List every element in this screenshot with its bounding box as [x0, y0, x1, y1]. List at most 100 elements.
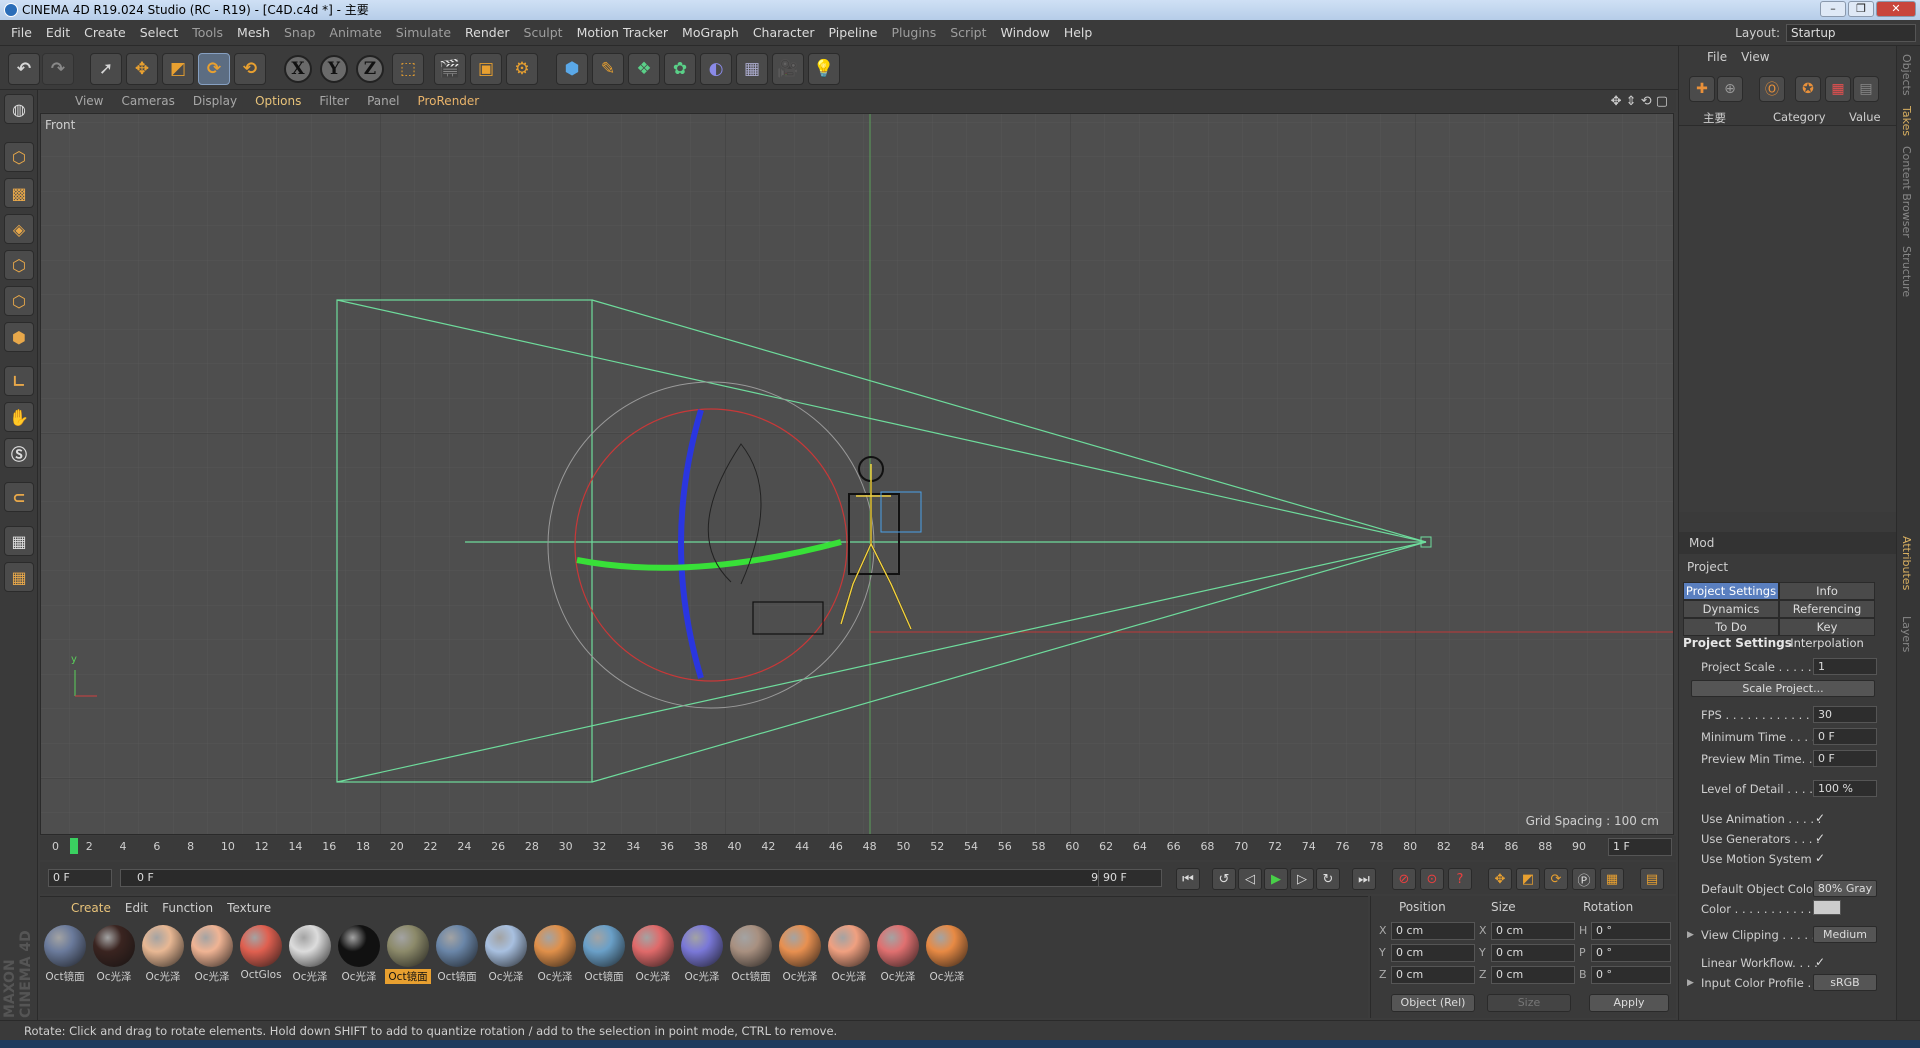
use-motion-system-checkbox[interactable]: ✓ — [1815, 851, 1825, 865]
tab-dynamics[interactable]: Dynamics — [1683, 600, 1779, 618]
timeline-end-field[interactable]: 1 F — [1608, 838, 1672, 856]
scale-icon[interactable]: ◩ — [162, 53, 194, 85]
rotation-h-field[interactable]: 0 ° — [1591, 922, 1671, 940]
attribute-mode-menu[interactable]: Mod — [1679, 532, 1897, 554]
cube-icon[interactable]: ⬢ — [556, 53, 588, 85]
key-pla-icon[interactable]: ▦ — [1600, 868, 1624, 890]
viewport-menu-prorender[interactable]: ProRender — [408, 94, 488, 108]
texture-mode-icon[interactable]: ▩ — [4, 178, 34, 208]
undo-icon[interactable]: ↶ — [8, 53, 40, 85]
project-scale-field[interactable]: 1 — [1813, 658, 1877, 675]
side-tab-objects[interactable]: Objects — [1900, 54, 1913, 96]
rotation-p-field[interactable]: 0 ° — [1591, 944, 1671, 962]
rotation-b-field[interactable]: 0 ° — [1591, 966, 1671, 984]
menu-edit[interactable]: Edit — [39, 20, 77, 46]
viewport-menu-display[interactable]: Display — [184, 94, 246, 108]
material-item[interactable]: Oc光泽 — [630, 925, 676, 984]
fps-field[interactable]: 30 — [1813, 706, 1877, 723]
maximize-button[interactable]: ❐ — [1848, 1, 1874, 17]
menu-tools[interactable]: Tools — [185, 20, 230, 46]
take-options-icon[interactable]: ▤ — [1853, 76, 1879, 102]
key-position-icon[interactable]: ✥ — [1488, 868, 1512, 890]
size-z-field[interactable]: 0 cm — [1491, 966, 1575, 984]
side-tab-structure[interactable]: Structure — [1900, 246, 1913, 297]
key-rotation-icon[interactable]: ⟳ — [1544, 868, 1568, 890]
preview-min-time-field[interactable]: 0 F — [1813, 750, 1877, 767]
material-menu-texture[interactable]: Texture — [220, 901, 278, 915]
timeline-layout-icon[interactable]: ▤ — [1640, 868, 1664, 890]
material-item[interactable]: Oc光泽 — [91, 925, 137, 984]
render-to-picture-viewer-icon[interactable]: ▣ — [470, 53, 502, 85]
menu-simulate[interactable]: Simulate — [389, 20, 458, 46]
close-button[interactable]: ✕ — [1876, 1, 1916, 17]
material-item[interactable]: Oc光泽 — [287, 925, 333, 984]
light-icon[interactable]: 💡 — [808, 53, 840, 85]
planar-workplane-icon[interactable]: ▦ — [4, 562, 34, 592]
side-tab-content-browser[interactable]: Content Browser — [1900, 146, 1913, 238]
material-item[interactable]: Oc光泽 — [483, 925, 529, 984]
material-item[interactable]: Oc光泽 — [189, 925, 235, 984]
make-editable-icon[interactable]: ◍ — [4, 94, 34, 124]
floor-icon[interactable]: ▦ — [736, 53, 768, 85]
material-item[interactable]: Oc光泽 — [140, 925, 186, 984]
take-clone-icon[interactable]: ⊕ — [1717, 76, 1743, 102]
menu-script[interactable]: Script — [943, 20, 993, 46]
minimize-button[interactable]: – — [1820, 1, 1846, 17]
cloner-icon[interactable]: ✿ — [664, 53, 696, 85]
material-item[interactable]: Oct镜面 — [728, 925, 774, 984]
menu-help[interactable]: Help — [1057, 20, 1100, 46]
menu-pipeline[interactable]: Pipeline — [822, 20, 885, 46]
model-mode-icon[interactable]: ⬡ — [4, 142, 34, 172]
menu-select[interactable]: Select — [133, 20, 186, 46]
take-root-label[interactable]: 主要 — [1703, 110, 1726, 126]
default-object-color-dropdown[interactable]: 80% Gray — [1813, 880, 1877, 897]
position-z-field[interactable]: 0 cm — [1391, 966, 1475, 984]
take-new-icon[interactable]: ✚ — [1689, 76, 1715, 102]
layout-select[interactable]: Startup — [1786, 24, 1916, 42]
goto-start-icon[interactable]: ⏮ — [1176, 868, 1200, 890]
expand-arrow-icon[interactable]: ▶ — [1687, 930, 1694, 940]
deformer-icon[interactable]: ◐ — [700, 53, 732, 85]
view-clipping-dropdown[interactable]: Medium — [1813, 926, 1877, 943]
color-swatch[interactable] — [1813, 900, 1841, 915]
current-frame-field[interactable]: 0 F — [48, 869, 112, 887]
move-icon[interactable]: ✥ — [126, 53, 158, 85]
keyframe-selection-icon[interactable]: ? — [1448, 868, 1472, 890]
side-tab-attributes[interactable]: Attributes — [1900, 536, 1913, 590]
size-y-field[interactable]: 0 cm — [1491, 944, 1575, 962]
menu-snap[interactable]: Snap — [277, 20, 322, 46]
material-menu-function[interactable]: Function — [155, 901, 220, 915]
input-color-profile-dropdown[interactable]: sRGB — [1813, 974, 1877, 991]
menu-motion-tracker[interactable]: Motion Tracker — [570, 20, 675, 46]
edges-mode-icon[interactable]: ⬡ — [4, 286, 34, 316]
menu-window[interactable]: Window — [994, 20, 1057, 46]
material-item[interactable]: OctGlos — [238, 925, 284, 981]
pen-spline-icon[interactable]: ✎ — [592, 53, 624, 85]
material-item[interactable]: Oc光泽 — [777, 925, 823, 984]
material-menu-create[interactable]: Create — [64, 901, 118, 915]
key-parameter-icon[interactable]: Ⓟ — [1572, 868, 1596, 890]
material-item[interactable]: Oct镜面 — [385, 925, 431, 984]
material-menu-edit[interactable]: Edit — [118, 901, 155, 915]
material-item[interactable]: Oc光泽 — [532, 925, 578, 984]
record-active-objects-icon[interactable]: ⊘ — [1392, 868, 1416, 890]
tab-key-interpolation[interactable]: Key Interpolation — [1779, 618, 1875, 650]
playhead[interactable] — [70, 838, 78, 854]
timeline-ruler[interactable]: 0 2 4 6 8 10 12 14 16 18 20 22 24 26 28 30 32 34 36 38 40 42 4… — [40, 836, 1676, 860]
use-generators-checkbox[interactable]: ✓ — [1815, 831, 1825, 845]
apply-button[interactable]: Apply — [1589, 994, 1669, 1012]
menu-plugins[interactable]: Plugins — [884, 20, 943, 46]
goto-end-icon[interactable]: ⏭ — [1352, 868, 1376, 890]
viewport-menu-view[interactable]: View — [66, 94, 112, 108]
polygons-mode-icon[interactable]: ⬢ — [4, 322, 34, 352]
size-mode-dropdown[interactable]: Size — [1487, 994, 1571, 1012]
take-manager-list[interactable] — [1679, 126, 1897, 512]
side-tab-layers[interactable]: Layers — [1900, 616, 1913, 652]
use-animation-checkbox[interactable]: ✓ — [1815, 811, 1825, 825]
viewport-menu-options[interactable]: Options — [246, 94, 310, 108]
render-view-icon[interactable]: 🎬 — [434, 53, 466, 85]
tweak-mode-icon[interactable]: ✋ — [4, 402, 34, 432]
enable-axis-icon[interactable]: ∟ — [4, 366, 34, 396]
lock-overrides-icon[interactable]: ▦ — [1825, 76, 1851, 102]
edit-render-settings-icon[interactable]: ⚙ — [506, 53, 538, 85]
